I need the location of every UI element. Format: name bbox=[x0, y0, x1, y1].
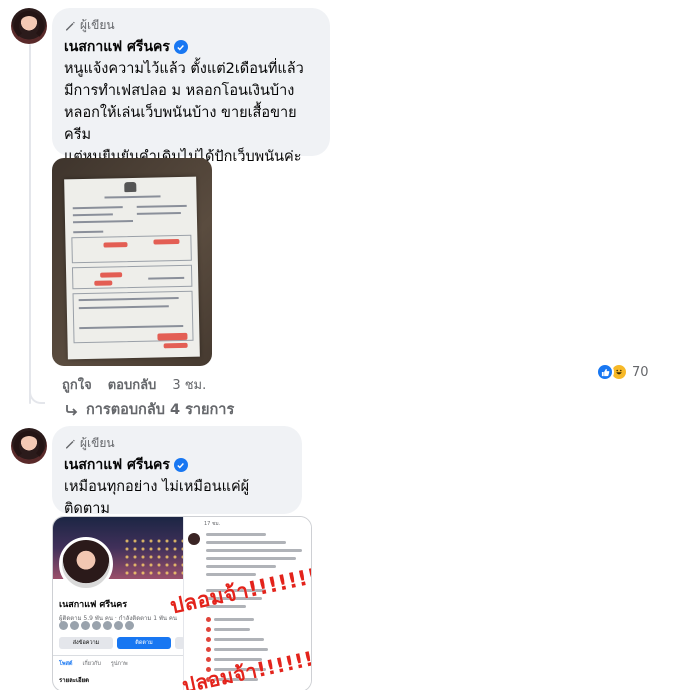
like-icon bbox=[596, 363, 614, 381]
friends-avatars bbox=[59, 621, 134, 630]
author-name[interactable]: เนสกาแฟ ศรีนคร bbox=[64, 38, 170, 56]
pencil-icon bbox=[66, 439, 75, 448]
comment-bubble: ผู้เขียน เนสกาแฟ ศรีนคร เหมือนทุกอย่าง ไ… bbox=[52, 426, 302, 539]
thread-connector bbox=[29, 380, 45, 404]
author-badge: ผู้เขียน bbox=[64, 16, 318, 35]
author-badge: ผู้เขียน bbox=[64, 434, 290, 453]
follow-button: ติดตาม bbox=[117, 637, 171, 649]
verified-badge-icon bbox=[173, 458, 188, 472]
author-name[interactable]: เนสกาแฟ ศรีนคร bbox=[64, 456, 170, 474]
profile-name: เนสกาแฟ ศรีนคร bbox=[59, 600, 128, 610]
reaction-summary[interactable]: 70 bbox=[596, 363, 649, 381]
fake-profile-screenshot[interactable]: เนสกาแฟ ศรีนคร ผู้ติดตาม 5.9 พัน คน · กำ… bbox=[52, 516, 312, 690]
view-replies-link[interactable]: การตอบกลับ 4 รายการ bbox=[64, 398, 234, 421]
profile-picture bbox=[59, 537, 113, 591]
post-time: 17 ชม. bbox=[204, 521, 221, 527]
document-paper bbox=[64, 176, 200, 360]
reply-link[interactable]: ตอบกลับ bbox=[108, 374, 157, 395]
thread-line bbox=[29, 44, 31, 404]
police-report-photo[interactable] bbox=[52, 158, 212, 366]
like-link[interactable]: ถูกใจ bbox=[62, 374, 92, 395]
avatar[interactable] bbox=[11, 8, 47, 44]
profile-tabs: โพสต์ เกี่ยวกับ รูปภาพ bbox=[59, 661, 128, 667]
comment-timestamp[interactable]: 3 ชม. bbox=[172, 374, 206, 395]
comment-bubble: ผู้เขียน เนสกาแฟ ศรีนคร หนูแจ้งความไว้แล… bbox=[52, 8, 330, 187]
profile-intro-heading: รายละเอียด bbox=[59, 677, 90, 684]
pencil-icon bbox=[66, 21, 75, 30]
reply-arrow-icon bbox=[66, 404, 78, 416]
author-badge-label: ผู้เขียน bbox=[80, 18, 115, 32]
author-badge-label: ผู้เขียน bbox=[80, 436, 115, 450]
garuda-seal-icon bbox=[124, 181, 137, 193]
replies-count-label: การตอบกลับ 4 รายการ bbox=[86, 402, 235, 418]
verified-badge-icon bbox=[173, 40, 188, 54]
avatar[interactable] bbox=[11, 428, 47, 464]
comment-actions: ถูกใจ ตอบกลับ 3 ชม. bbox=[62, 374, 206, 395]
message-button: ส่งข้อความ bbox=[59, 637, 113, 649]
reaction-count: 70 bbox=[632, 364, 649, 380]
avatar bbox=[188, 533, 200, 545]
